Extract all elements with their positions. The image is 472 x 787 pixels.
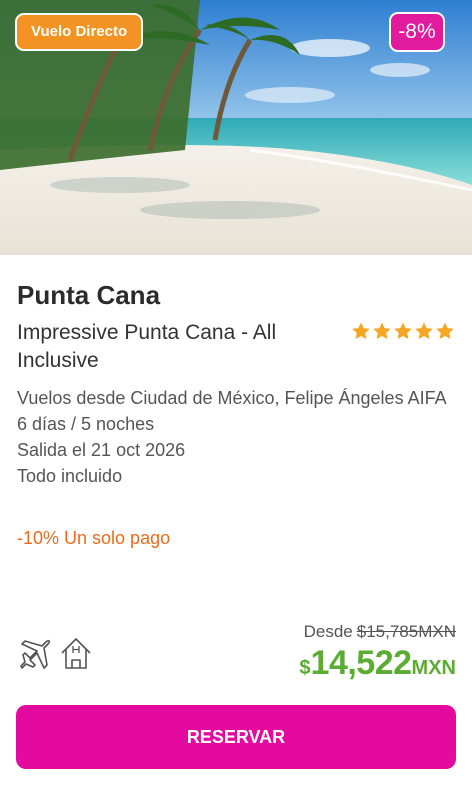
includes-icons [17,636,93,675]
destination-title: Punta Cana [17,280,161,310]
reserve-button[interactable]: RESERVAR [16,705,456,769]
hotel-rating [351,321,455,341]
hero-image[interactable]: Vuelo Directo -8% [0,0,472,255]
star-icon [352,322,370,339]
star-icon [436,322,454,339]
hotel-name[interactable]: Impressive Punta Cana - All Inclusive [17,319,337,375]
current-price: $14,522MXN [299,644,456,683]
original-price: Desde $15,785MXN [304,622,456,642]
package-details: Vuelos desde Ciudad de México, Felipe Án… [17,385,467,489]
star-icon [373,322,391,339]
star-icon [415,322,433,339]
airplane-icon [17,636,51,675]
direct-flight-badge: Vuelo Directo [15,13,144,51]
duration-text: 6 días / 5 noches [17,414,155,434]
price-amount: 14,522 [310,644,413,682]
meal-plan-text: Todo incluido [17,466,123,486]
currency-symbol: $ [299,657,311,679]
discount-badge: -8% [389,12,445,52]
old-price: $15,785MXN [356,622,456,641]
package-card[interactable]: Vuelo Directo -8% Punta Cana Impressive … [0,0,472,787]
price-from-label: Desde [303,622,353,641]
price-currency: MXN [411,657,456,679]
star-icon [394,322,412,339]
departure-date-text: Salida el 21 oct 2026 [17,440,186,460]
flight-origin-text: Vuelos desde Ciudad de México, Felipe Án… [17,388,447,408]
promo-text: -10% Un solo pago [17,528,171,548]
hotel-icon [59,636,93,675]
